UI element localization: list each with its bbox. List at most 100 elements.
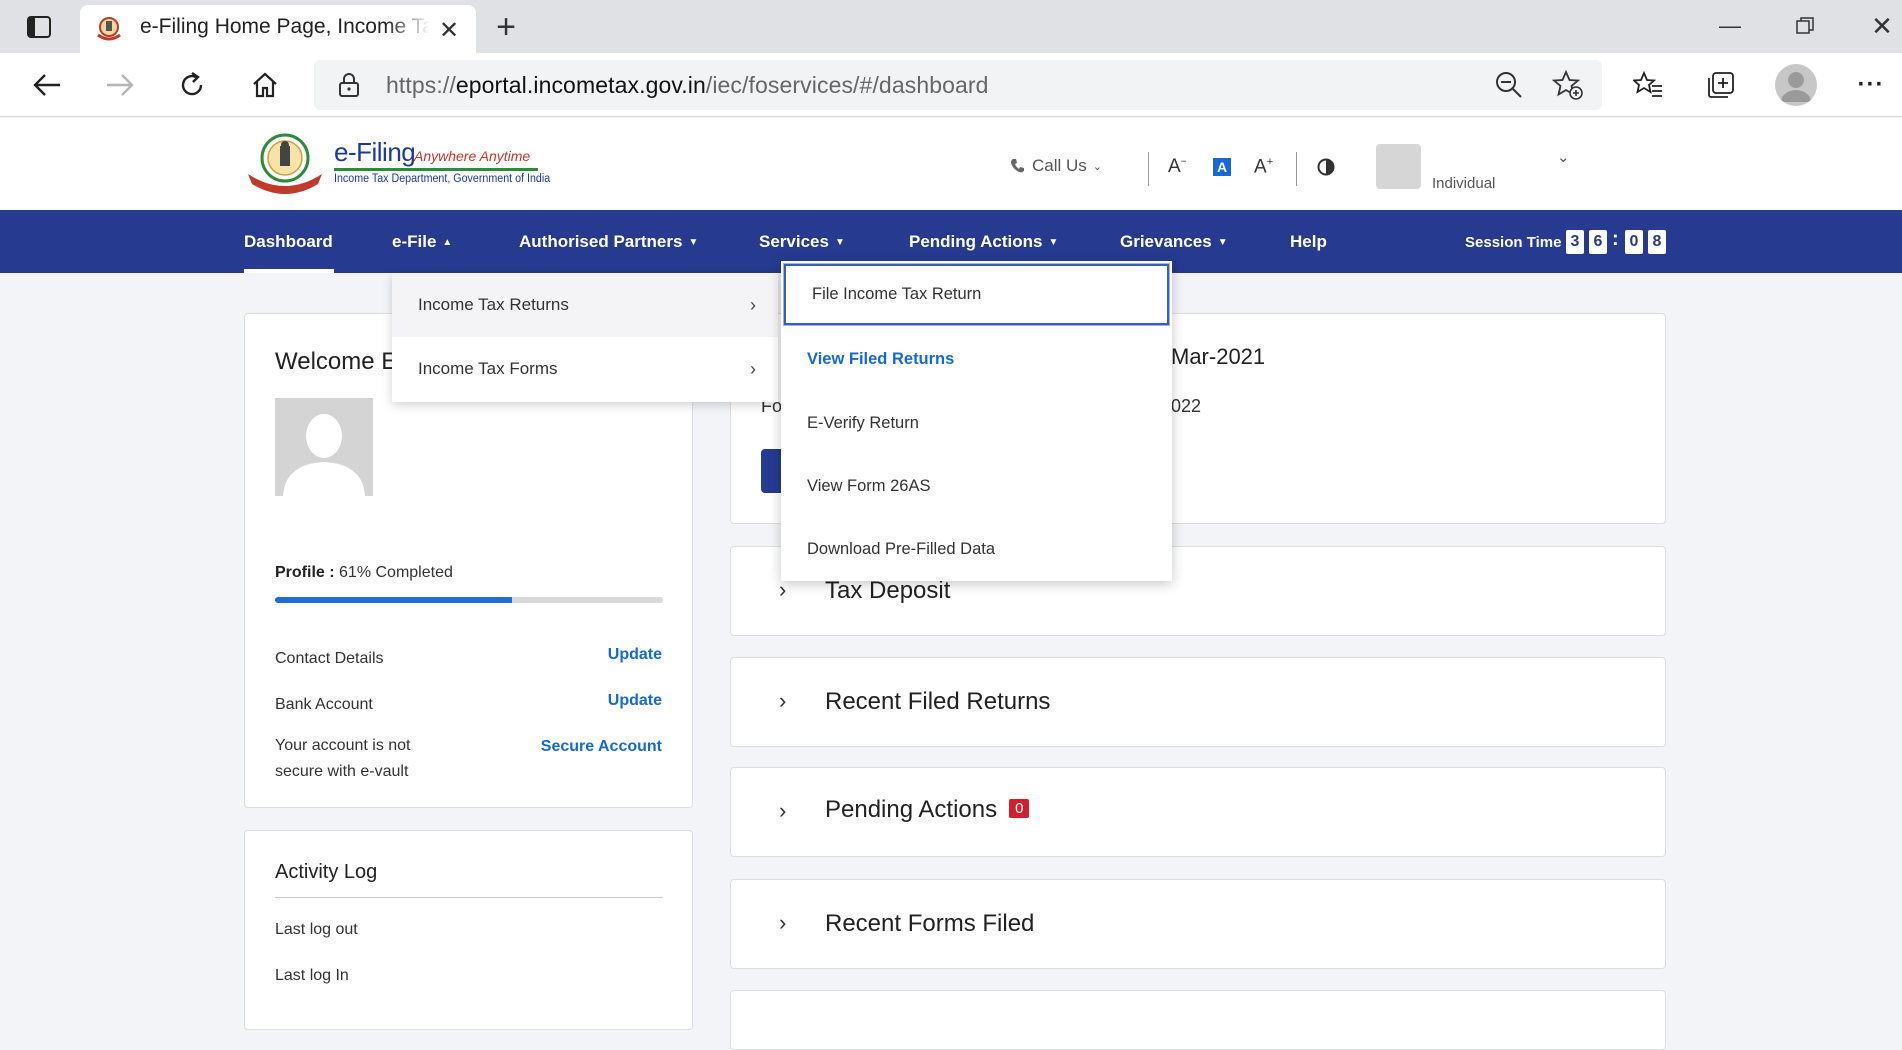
contrast-icon[interactable] (1317, 158, 1335, 176)
browser-tab[interactable]: e-Filing Home Page, Income Tax ✕ (80, 5, 476, 53)
chevron-down-icon: ▼ (1217, 236, 1228, 248)
phone-icon (1011, 159, 1024, 173)
back-icon[interactable] (25, 63, 69, 107)
chevron-up-icon: ▲ (442, 236, 453, 248)
profile-progress-bar (275, 597, 663, 603)
collections-icon[interactable] (1702, 66, 1740, 104)
font-increase-button[interactable]: A+ (1254, 156, 1273, 178)
contact-update-link[interactable]: Update (608, 646, 662, 664)
menu-item-income-tax-returns[interactable]: Income Tax Returns › (392, 273, 778, 337)
nav-efile[interactable]: e-File ▲ (392, 232, 452, 252)
tab-actions-icon[interactable] (20, 12, 58, 42)
bank-update-link[interactable]: Update (608, 692, 662, 710)
chevron-right-icon: › (779, 688, 787, 713)
home-icon[interactable] (243, 63, 287, 107)
filing-status-subtext-end: 022 (1171, 396, 1202, 416)
chevron-down-icon: ▼ (688, 236, 699, 248)
new-tab-icon[interactable]: + (488, 8, 524, 46)
font-decrease-button[interactable]: A− (1168, 156, 1187, 178)
favorites-icon[interactable] (1629, 66, 1667, 104)
activity-log-title: Activity Log (275, 861, 378, 883)
chevron-right-icon: › (779, 910, 787, 935)
last-logout-label: Last log out (275, 921, 358, 938)
chevron-down-icon: ▼ (1048, 236, 1059, 248)
nav-grievances[interactable]: Grievances ▼ (1120, 232, 1228, 252)
menu-item-view-form-26as[interactable]: View Form 26AS (781, 454, 1172, 518)
recent-forms-filed-accordion[interactable]: › Recent Forms Filed (730, 879, 1666, 969)
menu-item-view-filed-returns[interactable]: View Filed Returns (781, 327, 1172, 391)
filing-status-title: Mar-2021 (1171, 344, 1266, 369)
nav-pending-actions[interactable]: Pending Actions ▼ (909, 232, 1058, 252)
session-colon: : (1612, 228, 1619, 250)
bank-account-label: Bank Account (275, 696, 373, 713)
last-login-label: Last log In (275, 967, 349, 984)
nav-services[interactable]: Services ▼ (759, 232, 845, 252)
chevron-down-icon: ▼ (834, 236, 845, 248)
user-avatar[interactable] (1376, 144, 1421, 189)
pending-count-badge: 0 (1009, 799, 1030, 818)
nav-authorised-partners[interactable]: Authorised Partners ▼ (519, 232, 698, 252)
chevron-right-icon: › (750, 294, 756, 315)
nav-help[interactable]: Help (1290, 232, 1327, 252)
minimize-icon[interactable]: — (1705, 8, 1755, 44)
menu-item-file-income-tax-return[interactable]: File Income Tax Return (783, 263, 1170, 326)
header-divider (1296, 152, 1297, 186)
header-divider (1148, 152, 1149, 186)
tax-deposit-title: Tax Deposit (825, 577, 951, 604)
active-nav-indicator (244, 269, 334, 273)
window-close-icon[interactable]: ✕ (1857, 8, 1902, 44)
session-time-label: Session Time (1465, 234, 1562, 251)
browser-tab-bar: e-Filing Home Page, Income Tax ✕ + — ✕ (0, 0, 1902, 53)
logo-underline (334, 168, 538, 171)
menu-item-income-tax-forms[interactable]: Income Tax Forms › (392, 337, 778, 401)
more-options-icon[interactable]: ··· (1852, 66, 1890, 104)
user-menu-chevron-icon[interactable]: ⌄ (1557, 148, 1570, 166)
welcome-heading: Welcome E (275, 348, 398, 375)
recent-filed-returns-title: Recent Filed Returns (825, 688, 1051, 715)
profile-photo[interactable] (275, 398, 373, 496)
secure-account-link[interactable]: Secure Account (541, 738, 662, 756)
forward-icon[interactable] (98, 63, 142, 107)
menu-item-e-verify-return[interactable]: E-Verify Return (781, 391, 1172, 455)
logo-subtitle: Income Tax Department, Government of Ind… (334, 173, 551, 185)
logo-title[interactable]: e-Filing (334, 137, 416, 168)
session-digit: 6 (1589, 230, 1607, 254)
session-digit: 8 (1648, 230, 1666, 254)
address-bar[interactable]: https://eportal.incometax.gov.in/iec/fos… (314, 60, 1602, 110)
e-vault-warning: Your account is not secure with e-vault (275, 737, 411, 780)
menu-item-download-prefilled-data[interactable]: Download Pre-Filled Data (781, 517, 1172, 581)
lock-icon[interactable] (336, 72, 362, 98)
recent-filed-returns-accordion[interactable]: › Recent Filed Returns (730, 657, 1666, 747)
call-us-dropdown[interactable]: Call Us ⌄ (1010, 156, 1102, 176)
emblem-favicon-icon (95, 17, 123, 41)
logo-tagline: Anywhere Anytime (414, 148, 531, 164)
tab-title: e-Filing Home Page, Income Tax (140, 15, 430, 38)
font-default-button[interactable]: A (1213, 158, 1231, 176)
user-type-label: Individual (1432, 175, 1496, 192)
url-text[interactable]: https://eportal.incometax.gov.in/iec/fos… (386, 72, 989, 99)
zoom-out-icon[interactable] (1494, 70, 1524, 100)
more-accordion[interactable] (730, 990, 1666, 1050)
income-tax-emblem-icon[interactable] (244, 132, 326, 194)
chevron-right-icon: › (750, 358, 756, 379)
profile-completion-label: Profile : 61% Completed (275, 564, 453, 581)
call-us-label: Call Us (1032, 156, 1087, 175)
recent-forms-filed-title: Recent Forms Filed (825, 910, 1035, 937)
activity-log-card: Activity Log Last log out Last log In (244, 830, 693, 1030)
profile-progress-fill (275, 597, 512, 603)
refresh-icon[interactable] (170, 63, 214, 107)
chevron-right-icon: › (779, 798, 787, 823)
chevron-down-icon: ⌄ (1092, 160, 1103, 173)
site-header: e-Filing Anywhere Anytime Income Tax Dep… (0, 118, 1902, 210)
pending-actions-title: Pending Actions 0 (825, 796, 1030, 824)
session-digit: 0 (1625, 230, 1643, 254)
pending-actions-accordion[interactable]: › Pending Actions 0 (730, 767, 1666, 857)
contact-details-label: Contact Details (275, 650, 384, 667)
efile-dropdown-menu: Income Tax Returns › Income Tax Forms › (392, 273, 778, 402)
browser-profile-avatar[interactable] (1775, 64, 1817, 106)
browser-toolbar: https://eportal.incometax.gov.in/iec/fos… (0, 53, 1902, 117)
nav-dashboard[interactable]: Dashboard (244, 232, 333, 252)
add-favorite-icon[interactable] (1551, 69, 1584, 101)
tab-close-icon[interactable]: ✕ (434, 15, 464, 45)
restore-icon[interactable] (1780, 8, 1830, 44)
